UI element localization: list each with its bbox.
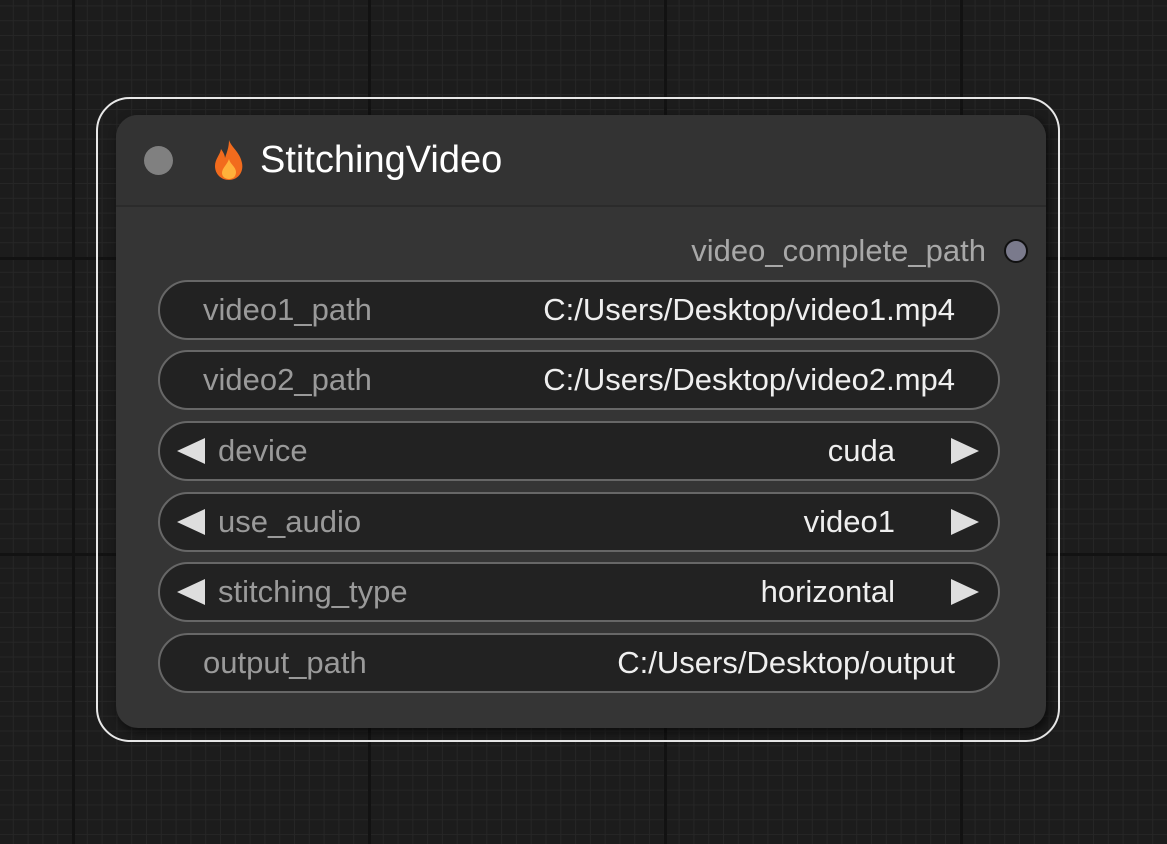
widget-label: device xyxy=(218,433,308,468)
decrement-arrow-icon[interactable] xyxy=(177,509,205,535)
output-path-widget[interactable]: output_path C:/Users/Desktop/output xyxy=(158,633,1000,693)
stitching-video-node[interactable]: StitchingVideo video_complete_path video… xyxy=(116,115,1046,728)
video1-path-widget[interactable]: video1_path C:/Users/Desktop/video1.mp4 xyxy=(158,280,1000,340)
decrement-arrow-icon[interactable] xyxy=(177,438,205,464)
output-slot[interactable] xyxy=(1004,239,1028,263)
widget-value: cuda xyxy=(827,433,895,468)
output-label: video_complete_path xyxy=(691,233,986,268)
increment-arrow-icon[interactable] xyxy=(951,509,979,535)
stitching-type-combo-widget[interactable]: stitching_type horizontal xyxy=(158,562,1000,622)
widget-value: C:/Users/Desktop/output xyxy=(617,645,955,680)
widget-value: C:/Users/Desktop/video1.mp4 xyxy=(543,292,955,327)
widget-label: video2_path xyxy=(203,362,372,397)
use-audio-combo-widget[interactable]: use_audio video1 xyxy=(158,492,1000,552)
widget-value: video1 xyxy=(803,504,895,539)
increment-arrow-icon[interactable] xyxy=(951,579,979,605)
widget-label: use_audio xyxy=(218,504,362,539)
widget-value: C:/Users/Desktop/video2.mp4 xyxy=(543,362,955,397)
increment-arrow-icon[interactable] xyxy=(951,438,979,464)
widget-label: output_path xyxy=(203,645,367,680)
decrement-arrow-icon[interactable] xyxy=(177,579,205,605)
widget-label: video1_path xyxy=(203,292,372,327)
output-row: video_complete_path xyxy=(116,231,1046,271)
widget-value: horizontal xyxy=(760,574,895,609)
node-header[interactable]: StitchingVideo xyxy=(116,115,1046,207)
collapse-dot-icon[interactable] xyxy=(144,146,173,175)
device-combo-widget[interactable]: device cuda xyxy=(158,421,1000,481)
fire-icon xyxy=(215,140,243,180)
widget-label: stitching_type xyxy=(218,574,408,609)
node-title: StitchingVideo xyxy=(260,139,503,181)
video2-path-widget[interactable]: video2_path C:/Users/Desktop/video2.mp4 xyxy=(158,350,1000,410)
